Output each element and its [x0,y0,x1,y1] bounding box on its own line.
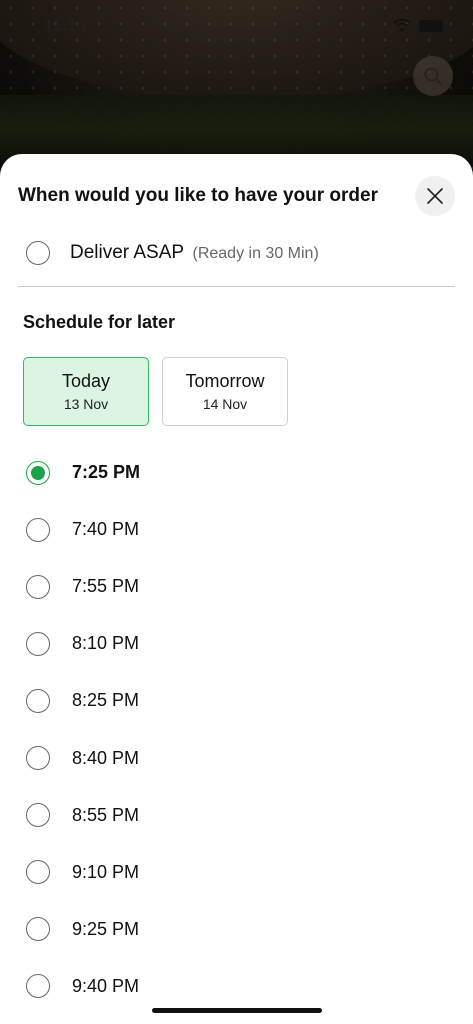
time-slot-radio[interactable] [26,974,50,999]
time-slot-label: 9:25 PM [72,918,140,939]
time-slot[interactable]: 8:25 PM [26,672,473,729]
time-slot-radio[interactable] [26,688,50,713]
day-tab-tomorrow[interactable]: Tomorrow 14 Nov [162,357,288,426]
schedule-later-heading: Schedule for later [23,312,176,332]
time-slot-label: 8:55 PM [72,804,140,825]
time-slot[interactable]: 9:40 PM [26,958,473,1015]
time-slot-radio[interactable] [26,517,50,542]
day-tabs: Today 13 Nov Tomorrow 14 Nov [23,357,288,426]
day-date: 13 Nov [63,396,109,412]
time-slot-label: 7:25 PM [72,462,141,483]
battery-icon [419,20,443,32]
sheet-header: When would you like to have your order [18,176,455,216]
asap-ready-time: (Ready in 30 Min) [192,245,319,262]
status-icons [393,19,443,33]
time-slot[interactable]: 8:40 PM [26,729,473,786]
sheet-title: When would you like to have your order [18,185,378,206]
home-indicator[interactable] [152,1008,322,1013]
day-date: 14 Nov [202,396,248,412]
search-button[interactable] [413,56,453,96]
time-slot[interactable]: 8:10 PM [26,615,473,672]
day-tab-today[interactable]: Today 13 Nov [23,357,149,426]
time-slot-label: 8:40 PM [72,747,140,768]
time-slot-list: 7:25 PM 7:40 PM 7:55 PM 8:10 PM 8:25 PM … [26,444,473,1015]
time-slot-radio[interactable] [26,860,50,885]
asap-radio[interactable] [26,241,50,265]
day-name: Today [61,371,111,391]
time-slot-label: 8:25 PM [72,690,140,711]
close-button[interactable] [415,176,455,216]
close-icon [427,188,443,204]
radio-selected-dot [31,465,45,480]
time-slot-radio[interactable] [26,803,50,828]
time-slot[interactable]: 9:25 PM [26,901,473,958]
time-slot-radio[interactable] [26,631,50,656]
time-slot-radio[interactable] [26,746,50,771]
time-slot[interactable]: 7:40 PM [26,501,473,558]
time-slot-label: 9:10 PM [72,861,140,882]
deliver-asap-option[interactable]: Deliver ASAP (Ready in 30 Min) [26,238,319,268]
time-slot-label: 8:10 PM [72,633,140,654]
asap-label: Deliver ASAP [70,242,185,263]
time-slot-label: 7:55 PM [72,576,140,597]
wifi-icon [393,19,411,32]
search-icon [424,67,442,85]
time-slot[interactable]: 8:55 PM [26,787,473,844]
schedule-sheet: When would you like to have your order D… [0,154,473,1024]
time-slot[interactable]: 9:10 PM [26,844,473,901]
status-bar: 11:13 [0,0,473,52]
time-slot-radio[interactable] [26,460,50,485]
time-slot-radio[interactable] [26,574,50,599]
divider [18,286,455,287]
day-name: Tomorrow [185,371,265,391]
time-slot[interactable]: 7:55 PM [26,558,473,615]
time-slot[interactable]: 7:25 PM [26,444,473,501]
time-slot-label: 9:40 PM [72,975,140,996]
status-time: 11:13 [44,16,87,35]
time-slot-label: 7:40 PM [72,519,140,540]
time-slot-radio[interactable] [26,917,50,942]
